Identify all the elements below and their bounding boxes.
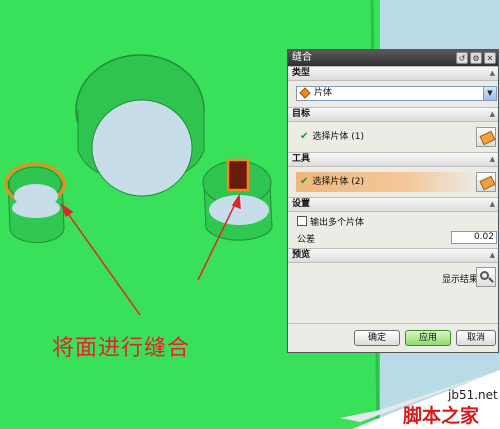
collapse-icon[interactable]: ▲: [490, 108, 495, 121]
type-dropdown[interactable]: 片体 ▼: [296, 86, 497, 101]
apply-button[interactable]: 应用: [405, 330, 451, 346]
left-hole: [4, 162, 66, 244]
collapse-icon[interactable]: ▲: [490, 153, 495, 166]
target-select-sheet[interactable]: ✔ 选择片体 (1): [296, 127, 480, 147]
select-sheet-icon: [479, 175, 496, 191]
select-sheet-icon: [479, 130, 496, 146]
watermark-site: jb51.net: [448, 388, 498, 402]
show-result-button[interactable]: [476, 267, 496, 287]
close-icon[interactable]: ✕: [484, 52, 496, 64]
output-multiple-label: 输出多个片体: [310, 218, 365, 228]
checkmark-icon: ✔: [300, 176, 309, 187]
selected-sheet-face: [226, 158, 250, 192]
watermark-logo-text: 脚本之家: [403, 405, 480, 427]
dialog-titlebar: 缝合 ↺ ⚙ ✕: [288, 50, 498, 66]
section-target-header[interactable]: 目标 ▲: [288, 107, 498, 122]
section-settings-header[interactable]: 设置 ▲: [288, 197, 498, 212]
tolerance-input[interactable]: 0.02: [451, 231, 497, 244]
output-multiple-checkbox[interactable]: [297, 216, 307, 226]
section-type-header[interactable]: 类型 ▲: [288, 66, 498, 81]
collapse-icon[interactable]: ▲: [490, 249, 495, 262]
gear-icon[interactable]: ⚙: [470, 52, 482, 64]
annotation-caption: 将面进行缝合: [52, 336, 191, 361]
section-preview-header[interactable]: 预览 ▲: [288, 248, 498, 263]
cancel-button[interactable]: 取消: [456, 330, 496, 346]
chevron-down-icon[interactable]: ▼: [483, 87, 496, 100]
sew-dialog: 缝合 ↺ ⚙ ✕ 类型 ▲ 片体 ▼ 目标 ▲ ✔ 选择片体 (1) 工具 ▲ ✔…: [287, 49, 499, 353]
sheet-body-icon: [299, 86, 311, 99]
reset-icon[interactable]: ↺: [456, 52, 468, 64]
tolerance-label: 公差: [297, 235, 316, 245]
tool-select-sheet[interactable]: ✔ 选择片体 (2): [296, 172, 480, 192]
collapse-icon[interactable]: ▲: [490, 198, 495, 211]
dialog-footer: 确定 应用 取消: [288, 323, 498, 352]
section-tool-header[interactable]: 工具 ▲: [288, 152, 498, 167]
ok-button[interactable]: 确定: [354, 330, 400, 346]
show-result-label: 显示结果: [442, 275, 479, 285]
checkmark-icon: ✔: [300, 131, 309, 142]
collapse-icon[interactable]: ▲: [490, 67, 495, 80]
dialog-title: 缝合: [292, 52, 312, 63]
target-select-button[interactable]: [476, 127, 496, 147]
tool-select-button[interactable]: [476, 172, 496, 192]
